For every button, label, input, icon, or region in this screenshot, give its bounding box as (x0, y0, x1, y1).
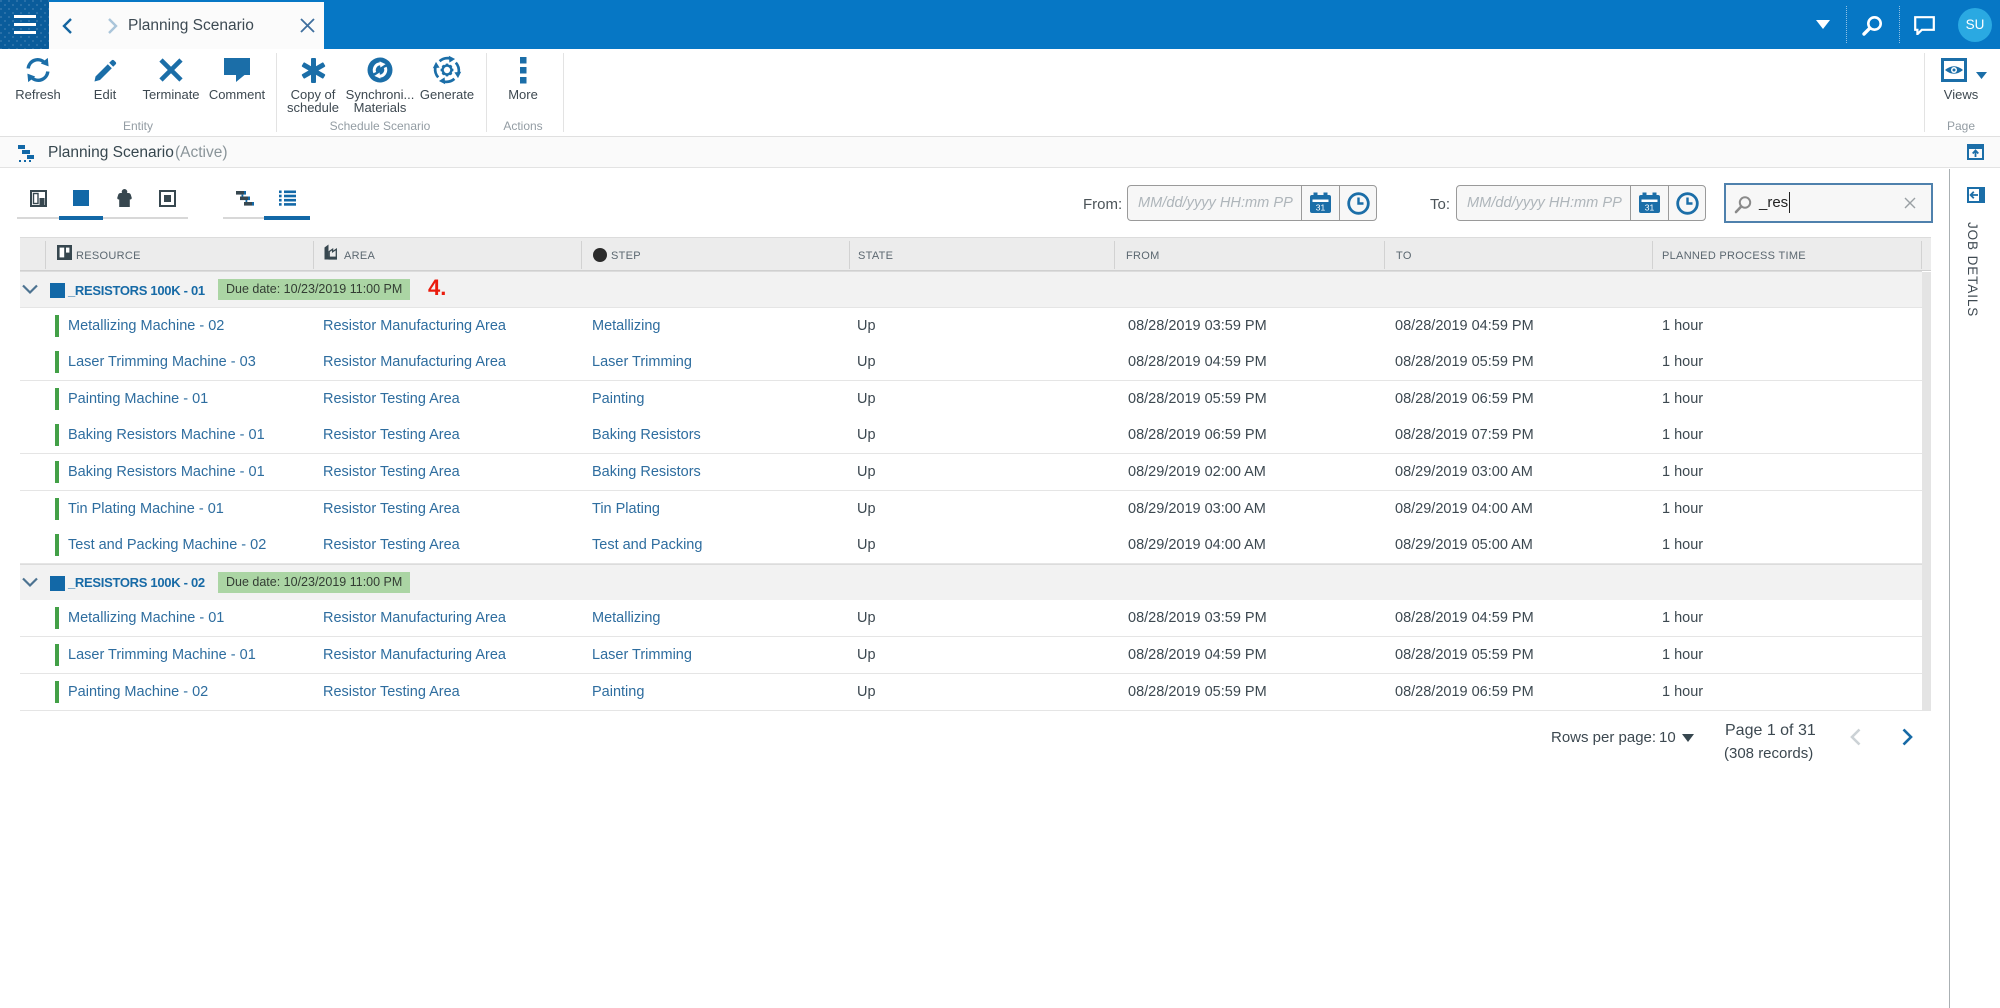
svg-text:31: 31 (1316, 203, 1326, 213)
svg-text:31: 31 (1645, 203, 1655, 213)
